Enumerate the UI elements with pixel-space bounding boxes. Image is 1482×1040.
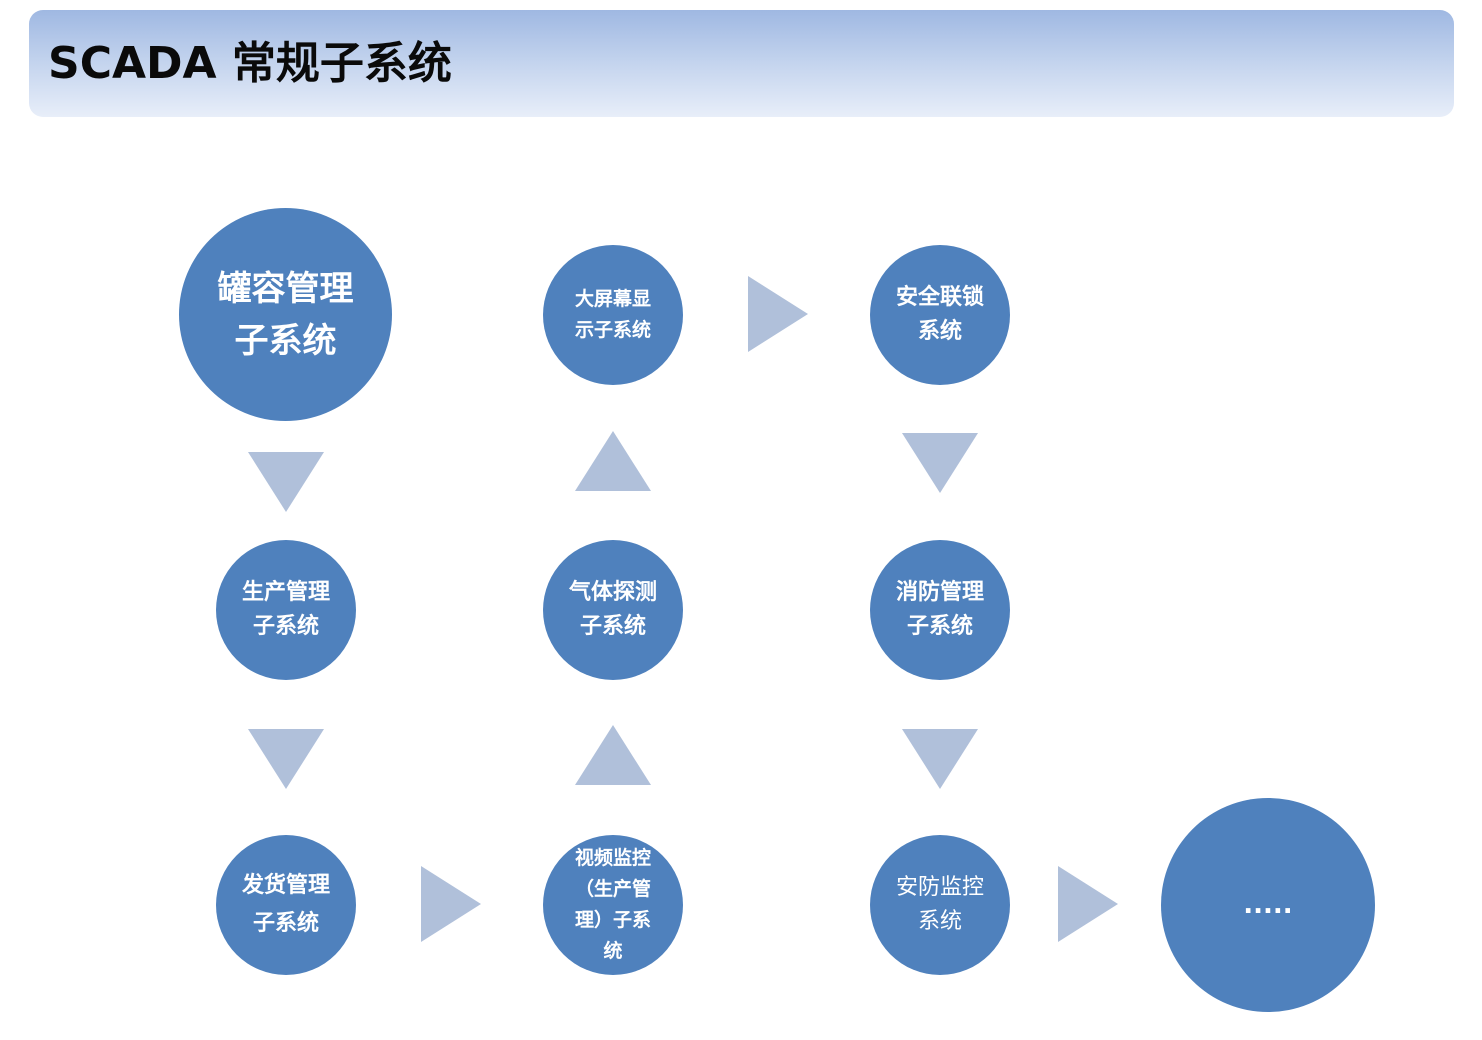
node-production-management-label: 生产管理子系统 [241, 580, 330, 639]
node-video-monitoring: 视频监控（生产管理）子系统 [543, 835, 683, 975]
node-tank-management-label: 罐容管理子系统 [217, 268, 354, 361]
node-production-management: 生产管理子系统 [216, 540, 356, 680]
node-shipping-management-label: 发货管理子系统 [242, 873, 331, 936]
node-tank-management: 罐容管理子系统 [179, 208, 392, 421]
arrow-up-icon [575, 725, 651, 785]
node-gas-detection: 气体探测子系统 [543, 540, 683, 680]
node-more-systems: ..... [1161, 798, 1375, 1012]
arrow-right-icon [748, 276, 808, 352]
node-safety-interlock: 安全联锁系统 [870, 245, 1010, 385]
node-shipping-management: 发货管理子系统 [216, 835, 356, 975]
arrow-right-icon [1058, 866, 1118, 942]
arrow-down-icon [902, 433, 978, 493]
arrow-down-icon [902, 729, 978, 789]
node-video-monitoring-label: 视频监控（生产管理）子系统 [574, 847, 651, 962]
page-title: SCADA 常规子系统 [48, 38, 452, 89]
node-big-screen-display: 大屏幕显示子系统 [543, 245, 683, 385]
node-fire-management-label: 消防管理子系统 [895, 580, 984, 639]
node-big-screen-display-label: 大屏幕显示子系统 [574, 288, 651, 341]
node-gas-detection-label: 气体探测子系统 [568, 580, 657, 639]
title-banner: SCADA 常规子系统 [29, 10, 1454, 117]
arrow-up-icon [575, 431, 651, 491]
node-more-systems-label: ..... [1243, 890, 1293, 920]
node-security-monitoring: 安防监控系统 [870, 835, 1010, 975]
node-security-monitoring-label: 安防监控系统 [895, 875, 984, 934]
node-safety-interlock-label: 安全联锁系统 [895, 285, 984, 344]
arrow-down-icon [248, 452, 324, 512]
arrow-right-icon [421, 866, 481, 942]
arrow-down-icon [248, 729, 324, 789]
node-fire-management: 消防管理子系统 [870, 540, 1010, 680]
